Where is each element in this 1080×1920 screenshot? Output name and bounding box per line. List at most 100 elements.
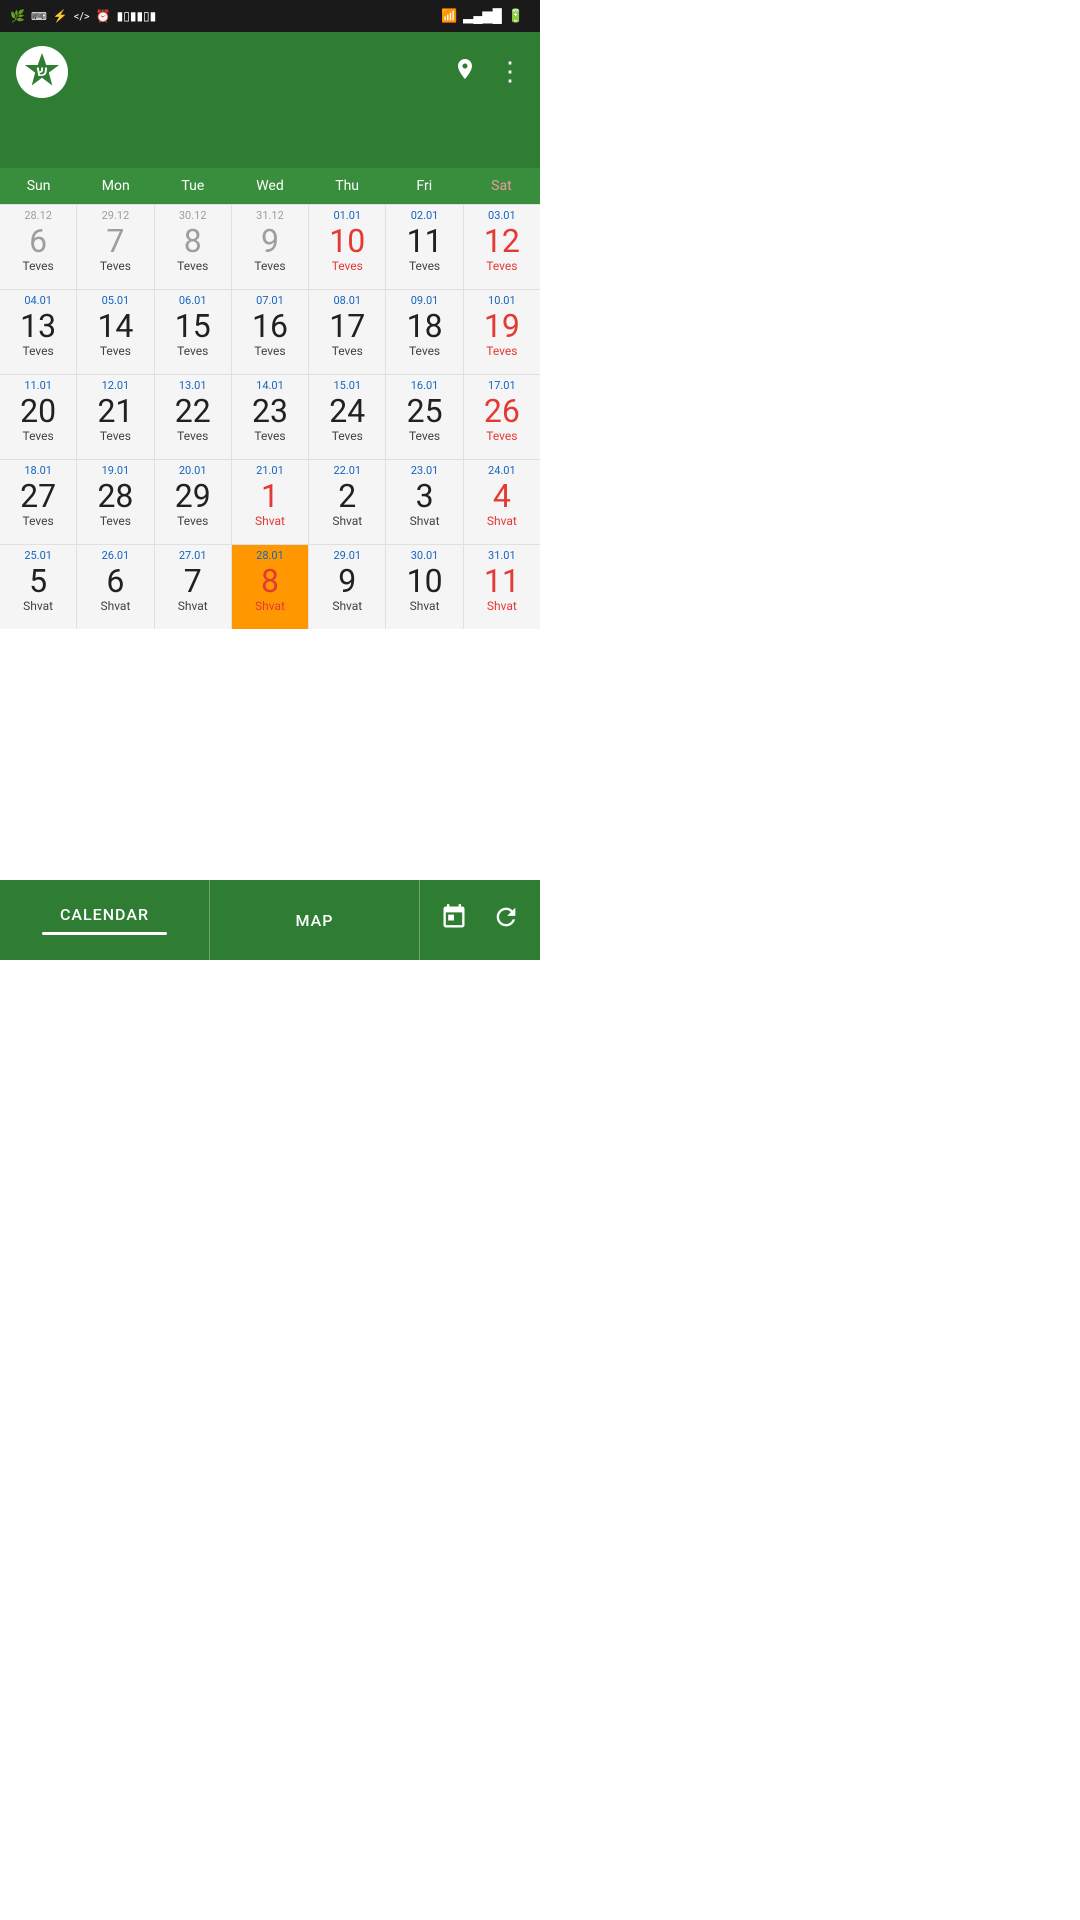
- day-header-tue: Tue: [154, 168, 231, 204]
- gregorian-date: 29.01: [333, 549, 361, 562]
- gregorian-date: 16.01: [411, 379, 439, 392]
- hebrew-month: Shvat: [255, 599, 285, 613]
- prev-month-button[interactable]: [20, 132, 36, 148]
- calendar-cell[interactable]: 11.0120Teves: [0, 375, 76, 459]
- calendar-cell[interactable]: 01.0110Teves: [309, 205, 385, 289]
- gregorian-date: 22.01: [333, 464, 361, 477]
- calendar-cell[interactable]: 21.011Shvat: [232, 460, 308, 544]
- hebrew-month: Teves: [177, 514, 208, 528]
- hebrew-month: Teves: [486, 344, 517, 358]
- hebrew-month: Teves: [23, 344, 54, 358]
- gregorian-date: 15.01: [333, 379, 361, 392]
- date-number: 10: [407, 564, 443, 599]
- date-number: 7: [106, 224, 124, 259]
- hebrew-month: Shvat: [178, 599, 208, 613]
- hebrew-month: Shvat: [332, 599, 362, 613]
- gregorian-date: 20.01: [179, 464, 207, 477]
- usb-icon: ⚡: [53, 9, 68, 23]
- calendar-cell[interactable]: 24.014Shvat: [464, 460, 540, 544]
- gregorian-date: 09.01: [411, 294, 439, 307]
- calendar-cell[interactable]: 31.129Teves: [232, 205, 308, 289]
- calendar-cell[interactable]: 29.019Shvat: [309, 545, 385, 629]
- hebrew-month: Teves: [409, 259, 440, 273]
- calendar-icon[interactable]: [440, 903, 468, 938]
- date-number: 14: [97, 309, 133, 344]
- calendar-cell[interactable]: 10.0119Teves: [464, 290, 540, 374]
- calendar-cell[interactable]: 26.016Shvat: [77, 545, 153, 629]
- calendar-cell[interactable]: 20.0129Teves: [155, 460, 231, 544]
- bottom-tab-calendar[interactable]: CALENDAR: [0, 880, 210, 960]
- gregorian-date: 23.01: [411, 464, 439, 477]
- brackets-icon: </>: [74, 10, 90, 23]
- calendar-cell[interactable]: 13.0122Teves: [155, 375, 231, 459]
- calendar-cell[interactable]: 03.0112Teves: [464, 205, 540, 289]
- hebrew-month: Teves: [177, 344, 208, 358]
- calendar-cell[interactable]: 05.0114Teves: [77, 290, 153, 374]
- gregorian-date: 07.01: [256, 294, 284, 307]
- calendar-cell[interactable]: 28.018Shvat: [232, 545, 308, 629]
- date-number: 1: [261, 479, 279, 514]
- date-number: 3: [416, 479, 434, 514]
- header-right: ⋮: [453, 57, 524, 87]
- calendar-cell[interactable]: 19.0128Teves: [77, 460, 153, 544]
- gregorian-date: 21.01: [256, 464, 284, 477]
- calendar-cell[interactable]: 25.015Shvat: [0, 545, 76, 629]
- gregorian-date: 06.01: [179, 294, 207, 307]
- more-icon[interactable]: ⋮: [497, 57, 524, 87]
- calendar-cell[interactable]: 16.0125Teves: [386, 375, 462, 459]
- hebrew-month: Teves: [100, 514, 131, 528]
- date-number: 6: [106, 564, 124, 599]
- calendar-cell[interactable]: 15.0124Teves: [309, 375, 385, 459]
- gregorian-date: 04.01: [24, 294, 52, 307]
- gregorian-date: 03.01: [488, 209, 516, 222]
- calendar-cell[interactable]: 30.128Teves: [155, 205, 231, 289]
- calendar-cell[interactable]: 14.0123Teves: [232, 375, 308, 459]
- calendar-cell[interactable]: 29.127Teves: [77, 205, 153, 289]
- hebrew-month: Shvat: [487, 599, 517, 613]
- status-icons-left: 🌿 ⌨ ⚡ </> ⏰ ▮▯▮▮▯▮: [10, 9, 156, 23]
- calendar-cell[interactable]: 23.013Shvat: [386, 460, 462, 544]
- calendar-cell[interactable]: 12.0121Teves: [77, 375, 153, 459]
- refresh-icon[interactable]: [492, 903, 520, 938]
- hebrew-month: Teves: [177, 259, 208, 273]
- leaf-icon: 🌿: [10, 9, 25, 23]
- next-month-button[interactable]: [504, 132, 520, 148]
- date-number: 19: [484, 309, 520, 344]
- gregorian-date: 08.01: [333, 294, 361, 307]
- calendar-cell[interactable]: 31.0111Shvat: [464, 545, 540, 629]
- bottom-tab-map[interactable]: MAP: [210, 880, 420, 960]
- calendar-cell[interactable]: 18.0127Teves: [0, 460, 76, 544]
- day-header-sun: Sun: [0, 168, 77, 204]
- calendar-cell[interactable]: 30.0110Shvat: [386, 545, 462, 629]
- hebrew-month: Teves: [254, 429, 285, 443]
- date-number: 12: [484, 224, 520, 259]
- gregorian-date: 30.01: [411, 549, 439, 562]
- date-number: 5: [29, 564, 47, 599]
- date-number: 7: [184, 564, 202, 599]
- location-icon[interactable]: [453, 57, 477, 87]
- day-header-mon: Mon: [77, 168, 154, 204]
- calendar-cell[interactable]: 04.0113Teves: [0, 290, 76, 374]
- date-number: 10: [329, 224, 365, 259]
- signal-icon: ▂▄▆█: [463, 8, 501, 24]
- calendar-cell[interactable]: 02.0111Teves: [386, 205, 462, 289]
- hebrew-month: Teves: [332, 259, 363, 273]
- hebrew-month: Teves: [409, 344, 440, 358]
- calendar-cell[interactable]: 22.012Shvat: [309, 460, 385, 544]
- status-icons-right: 📶 ▂▄▆█ 🔋: [441, 8, 530, 24]
- calendar-cell[interactable]: 06.0115Teves: [155, 290, 231, 374]
- calendar-cell[interactable]: 07.0116Teves: [232, 290, 308, 374]
- calendar-cell[interactable]: 17.0126Teves: [464, 375, 540, 459]
- calendar-cell[interactable]: 08.0117Teves: [309, 290, 385, 374]
- calendar-cell[interactable]: 09.0118Teves: [386, 290, 462, 374]
- gregorian-date: 05.01: [102, 294, 130, 307]
- calendar-cell[interactable]: 28.126Teves: [0, 205, 76, 289]
- code-icon: ⌨: [31, 10, 47, 23]
- gregorian-date: 24.01: [488, 464, 516, 477]
- hebrew-month: Teves: [254, 259, 285, 273]
- gregorian-date: 25.01: [24, 549, 52, 562]
- date-number: 8: [184, 224, 202, 259]
- calendar-cell[interactable]: 27.017Shvat: [155, 545, 231, 629]
- date-number: 24: [329, 394, 365, 429]
- day-header-wed: Wed: [231, 168, 308, 204]
